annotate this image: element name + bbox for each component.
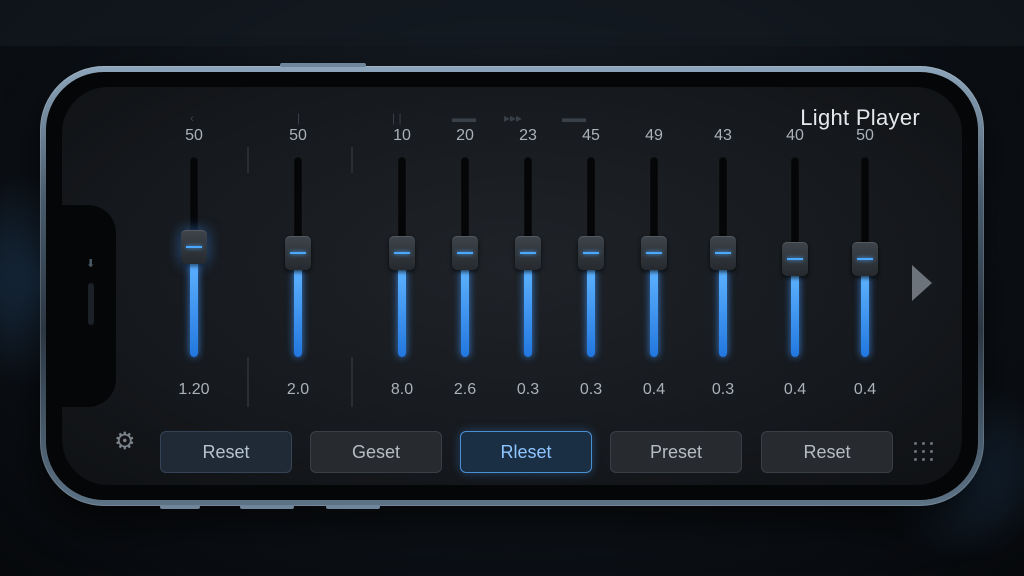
slider-fill xyxy=(461,266,469,357)
band-gain-value: 50 xyxy=(185,127,203,144)
preset-button[interactable]: Reset xyxy=(160,431,292,473)
slider-handle[interactable] xyxy=(389,236,415,270)
slider-handle[interactable] xyxy=(452,236,478,270)
eq-band: 43 0.3 xyxy=(695,127,751,405)
band-frequency-value: 2.6 xyxy=(453,381,477,398)
band-frequency-value: 0.3 xyxy=(516,381,540,398)
band-frequency-value: 2.0 xyxy=(286,381,310,398)
grid-dots-icon[interactable] xyxy=(914,442,938,466)
band-gain-value: 43 xyxy=(714,127,732,144)
eq-slider[interactable] xyxy=(710,157,736,357)
gear-icon[interactable]: ⚙ xyxy=(114,427,136,456)
band-frequency-value: 8.0 xyxy=(390,381,414,398)
band-frequency-value: 1.20 xyxy=(178,381,210,398)
preset-button[interactable]: Reset xyxy=(761,431,893,473)
divider xyxy=(351,357,353,407)
eq-slider[interactable] xyxy=(852,157,878,357)
band-gain-value: 40 xyxy=(786,127,804,144)
divider xyxy=(351,147,353,173)
slider-handle[interactable] xyxy=(578,236,604,270)
phone-frame: ‹ | | | ▬▬ ▸▸▸ ▬▬ Light Player 50 1.20 50 2… xyxy=(40,63,984,509)
preset-button[interactable]: Preset xyxy=(610,431,742,473)
slider-handle[interactable] xyxy=(285,236,311,270)
slider-handle[interactable] xyxy=(710,236,736,270)
play-next-icon[interactable] xyxy=(912,265,932,301)
band-gain-value: 50 xyxy=(856,127,874,144)
eq-slider[interactable] xyxy=(515,157,541,357)
band-gain-value: 20 xyxy=(456,127,474,144)
background-toolbar xyxy=(0,0,1024,46)
phone-notch: ⬇ xyxy=(62,205,116,407)
eq-band: 45 0.3 xyxy=(563,127,619,405)
app-screen: ‹ | | | ▬▬ ▸▸▸ ▬▬ Light Player 50 1.20 50 2… xyxy=(62,87,962,485)
side-button xyxy=(326,505,380,509)
eq-slider[interactable] xyxy=(452,157,478,357)
band-gain-value: 50 xyxy=(289,127,307,144)
eq-band: 20 2.6 xyxy=(437,127,493,405)
slider-handle[interactable] xyxy=(641,236,667,270)
eq-slider[interactable] xyxy=(181,157,207,357)
equalizer: 50 1.20 50 2.0 10 8.0 20 2.6 23 0.3 45 0.3 49 0.4 43 0.… xyxy=(62,87,962,485)
band-frequency-value: 0.3 xyxy=(579,381,603,398)
slider-fill xyxy=(587,266,595,357)
slider-fill xyxy=(719,266,727,357)
divider xyxy=(247,147,249,173)
slider-fill xyxy=(398,266,406,357)
band-frequency-value: 0.3 xyxy=(711,381,735,398)
eq-band: 10 8.0 xyxy=(374,127,430,405)
preset-button[interactable]: Rleset xyxy=(460,431,592,473)
eq-band: 50 0.4 xyxy=(837,127,893,405)
slider-fill xyxy=(861,272,869,357)
slider-fill xyxy=(294,266,302,357)
eq-band: 50 2.0 xyxy=(270,127,326,405)
preset-button[interactable]: Geset xyxy=(310,431,442,473)
speaker-grille xyxy=(88,283,94,325)
eq-slider[interactable] xyxy=(285,157,311,357)
slider-fill xyxy=(524,266,532,357)
slider-fill xyxy=(791,272,799,357)
eq-band: 49 0.4 xyxy=(626,127,682,405)
eq-band: 40 0.4 xyxy=(767,127,823,405)
band-frequency-value: 0.4 xyxy=(853,381,877,398)
eq-slider[interactable] xyxy=(641,157,667,357)
band-gain-value: 23 xyxy=(519,127,537,144)
slider-fill xyxy=(650,266,658,357)
eq-slider[interactable] xyxy=(782,157,808,357)
eq-slider[interactable] xyxy=(578,157,604,357)
slider-handle[interactable] xyxy=(782,242,808,276)
slider-handle[interactable] xyxy=(515,236,541,270)
slider-handle[interactable] xyxy=(181,230,207,264)
side-button xyxy=(240,505,294,509)
band-gain-value: 49 xyxy=(645,127,663,144)
eq-slider[interactable] xyxy=(389,157,415,357)
eq-band: 50 1.20 xyxy=(166,127,222,405)
eq-band: 23 0.3 xyxy=(500,127,556,405)
side-button xyxy=(160,505,200,509)
band-gain-value: 10 xyxy=(393,127,411,144)
slider-fill xyxy=(190,260,198,357)
volume-button xyxy=(280,63,366,67)
slider-handle[interactable] xyxy=(852,242,878,276)
divider xyxy=(247,357,249,407)
band-gain-value: 45 xyxy=(582,127,600,144)
band-frequency-value: 0.4 xyxy=(783,381,807,398)
phone-bezel: ‹ | | | ▬▬ ▸▸▸ ▬▬ Light Player 50 1.20 50 2… xyxy=(46,72,978,500)
band-frequency-value: 0.4 xyxy=(642,381,666,398)
camera-icon: ⬇ xyxy=(86,258,96,270)
